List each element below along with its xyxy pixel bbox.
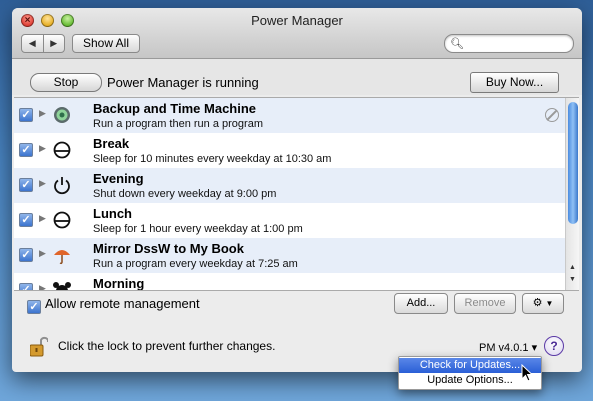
back-button[interactable]: ◀ — [22, 35, 44, 52]
event-enabled-checkbox[interactable]: ✓ — [19, 143, 33, 157]
event-title: Backup and Time Machine — [93, 101, 257, 116]
buy-now-button[interactable]: Buy Now... — [470, 72, 559, 93]
search-icon: 🔍︎ — [450, 38, 464, 50]
allow-remote-label: Allow remote management — [45, 296, 200, 311]
stop-button[interactable]: Stop — [30, 73, 102, 92]
remove-button[interactable]: Remove — [454, 293, 516, 314]
vertical-scrollbar[interactable]: ▲ ▼ — [565, 98, 579, 290]
show-all-button[interactable]: Show All — [72, 34, 140, 53]
event-title: Break — [93, 136, 130, 151]
prohibited-icon — [545, 108, 559, 122]
scrollbar-thumb[interactable] — [568, 102, 578, 224]
event-title: Mirror DssW to My Book — [93, 241, 244, 256]
list-item[interactable]: ✓ ▶ Backup and Time Machine Run a progra… — [14, 98, 565, 133]
power-manager-window: × Power Manager ◀ ▶ Show All 🔍︎ Stop Pow… — [12, 8, 582, 372]
status-bar: Stop Power Manager is running Buy Now... — [12, 59, 582, 95]
event-enabled-checkbox[interactable]: ✓ — [19, 283, 33, 290]
update-options-menu-item[interactable]: Update Options... — [399, 373, 541, 388]
backup-icon — [54, 107, 70, 123]
power-icon — [54, 177, 70, 195]
event-description: Run a program every weekday at 7:25 am — [93, 258, 298, 270]
allow-remote-management-checkbox[interactable]: ✓ Allow remote management — [27, 296, 200, 314]
back-forward-control: ◀ ▶ — [21, 34, 65, 53]
action-menu-button[interactable]: ⚙ ▼ — [522, 293, 564, 314]
add-button[interactable]: Add... — [394, 293, 448, 314]
gear-icon: ⚙ — [532, 297, 543, 309]
list-item[interactable]: ✓ ▶ Morning — [14, 273, 565, 291]
umbrella-icon — [54, 250, 70, 265]
event-title: Lunch — [93, 206, 132, 221]
event-enabled-checkbox[interactable]: ✓ — [19, 108, 33, 122]
forward-button[interactable]: ▶ — [44, 35, 65, 52]
event-enabled-checkbox[interactable]: ✓ — [19, 178, 33, 192]
list-item[interactable]: ✓ ▶ Mirror DssW to My Book Run a program… — [14, 238, 565, 273]
disclosure-triangle-icon[interactable]: ▶ — [39, 248, 46, 259]
disclosure-triangle-icon[interactable]: ▶ — [39, 283, 46, 290]
disclosure-triangle-icon[interactable]: ▶ — [39, 143, 46, 154]
list-item[interactable]: ✓ ▶ Evening Shut down every weekday at 9… — [14, 168, 565, 203]
alarm-icon — [53, 282, 71, 290]
check-for-updates-menu-item[interactable]: Check for Updates... — [399, 358, 541, 373]
sleep-icon — [53, 141, 71, 159]
event-description: Shut down every weekday at 9:00 pm — [93, 188, 277, 200]
disclosure-triangle-icon[interactable]: ▶ — [39, 108, 46, 119]
mouse-pointer-icon — [521, 364, 534, 382]
search-input[interactable]: 🔍︎ — [444, 34, 574, 53]
window-title: Power Manager — [251, 13, 343, 28]
disclosure-triangle-icon[interactable]: ▶ — [39, 213, 46, 224]
event-enabled-checkbox[interactable]: ✓ — [19, 213, 33, 227]
checkbox-checked-icon: ✓ — [27, 300, 41, 314]
help-button[interactable]: ? — [544, 336, 564, 356]
list-item[interactable]: ✓ ▶ Lunch Sleep for 1 hour every weekday… — [14, 203, 565, 238]
scroll-up-arrow-icon[interactable]: ▲ — [569, 264, 576, 271]
event-description: Sleep for 1 hour every weekday at 1:00 p… — [93, 223, 303, 235]
event-title: Morning — [93, 276, 145, 291]
event-description: Sleep for 10 minutes every weekday at 10… — [93, 153, 332, 165]
version-menu-button[interactable]: PM v4.0.1 ▾ — [479, 341, 537, 354]
sleep-icon — [53, 211, 71, 229]
running-status-text: Power Manager is running — [107, 75, 259, 90]
event-description: Run a program then run a program — [93, 118, 263, 130]
event-list: ✓ ▶ Backup and Time Machine Run a progra… — [14, 97, 579, 291]
event-enabled-checkbox[interactable]: ✓ — [19, 248, 33, 262]
scroll-down-arrow-icon[interactable]: ▼ — [569, 276, 576, 283]
lock-instruction-text: Click the lock to prevent further change… — [58, 339, 276, 353]
lock-icon[interactable] — [30, 335, 48, 357]
event-title: Evening — [93, 171, 144, 186]
window-toolbar: × Power Manager ◀ ▶ Show All 🔍︎ — [12, 8, 582, 59]
disclosure-triangle-icon[interactable]: ▶ — [39, 178, 46, 189]
list-item[interactable]: ✓ ▶ Break Sleep for 10 minutes every wee… — [14, 133, 565, 168]
chevron-down-icon: ▼ — [545, 299, 554, 308]
